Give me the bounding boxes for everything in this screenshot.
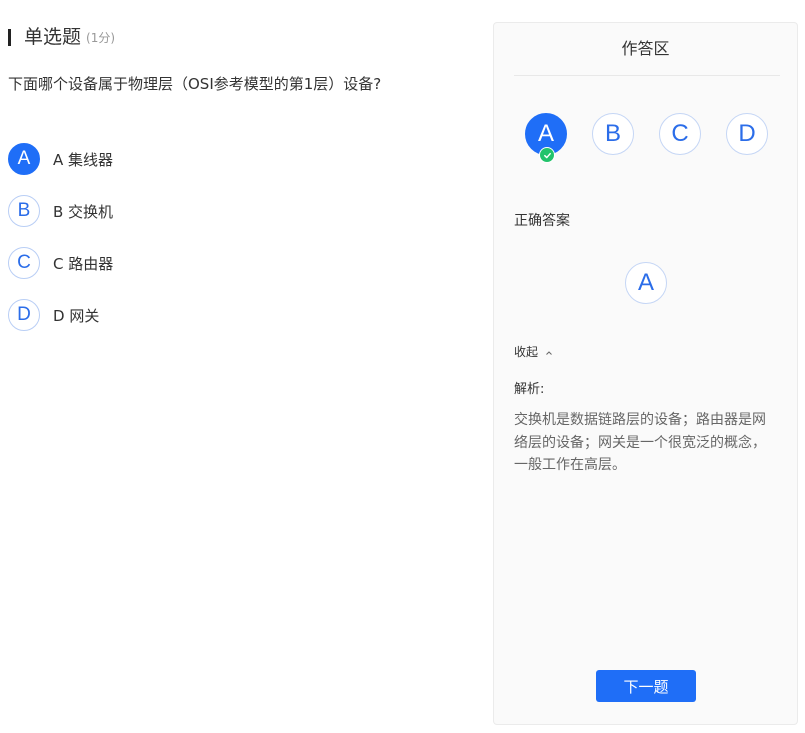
answer-choice-row: A B C D: [525, 113, 793, 163]
option-d-text[interactable]: D 网关: [53, 305, 99, 326]
question-header: 单选题 (1分): [8, 24, 115, 50]
question-area: 单选题 (1分) 下面哪个设备属于物理层（OSI参考模型的第1层）设备? A A…: [0, 0, 480, 733]
option-d[interactable]: D D 网关: [8, 298, 113, 332]
option-a[interactable]: A A 集线器: [8, 142, 113, 176]
answer-choice-c[interactable]: C: [659, 113, 701, 155]
answer-choice-a-letter: A: [537, 120, 554, 147]
answer-choice-c-letter: C: [671, 120, 689, 147]
correct-answer-badge: A: [625, 262, 667, 304]
answer-choice-b[interactable]: B: [592, 113, 634, 155]
answer-choice-b-letter: B: [604, 120, 621, 147]
chevron-up-icon[interactable]: [545, 343, 553, 361]
quiz-page: 单选题 (1分) 下面哪个设备属于物理层（OSI参考模型的第1层）设备? A A…: [0, 0, 805, 733]
option-c-text[interactable]: C 路由器: [53, 253, 113, 274]
panel-divider: [514, 75, 780, 76]
option-b[interactable]: B B 交换机: [8, 194, 113, 228]
check-circle-icon: [539, 147, 555, 163]
collapse-label[interactable]: 收起: [514, 343, 538, 361]
check-mark-icon: [543, 152, 551, 158]
header-accent-bar: [8, 28, 11, 46]
option-c-letter[interactable]: C: [8, 247, 40, 279]
question-stem: 下面哪个设备属于物理层（OSI参考模型的第1层）设备?: [8, 75, 382, 93]
option-a-letter[interactable]: A: [8, 143, 40, 175]
option-a-text[interactable]: A 集线器: [53, 149, 113, 170]
analysis-text: 交换机是数据链路层的设备；路由器是网络层的设备；网关是一个很宽泛的概念，一般工作…: [514, 412, 766, 473]
option-b-letter[interactable]: B: [8, 195, 40, 227]
answer-choice-d-letter: D: [738, 120, 756, 147]
next-question-button[interactable]: 下一题: [596, 670, 696, 702]
option-list: A A 集线器 B B 交换机 C C 路由器 D D 网关: [8, 142, 113, 350]
option-d-letter[interactable]: D: [8, 299, 40, 331]
option-b-text[interactable]: B 交换机: [53, 201, 113, 222]
question-score: (1分): [86, 31, 116, 45]
panel-title: 作答区: [621, 39, 670, 58]
correct-answer-label: 正确答案: [514, 213, 570, 229]
answer-choice-d[interactable]: D: [726, 113, 768, 155]
answer-panel: 作答区 A B C D 正确答案 A 收起 解析: 交换机是数据链路层的设备；路…: [493, 22, 798, 725]
option-c[interactable]: C C 路由器: [8, 246, 113, 280]
collapse-toggle[interactable]: 收起: [514, 343, 553, 361]
answer-choice-a[interactable]: A: [525, 113, 567, 163]
analysis-label: 解析:: [514, 382, 545, 397]
question-type-label: 单选题: [24, 26, 82, 48]
